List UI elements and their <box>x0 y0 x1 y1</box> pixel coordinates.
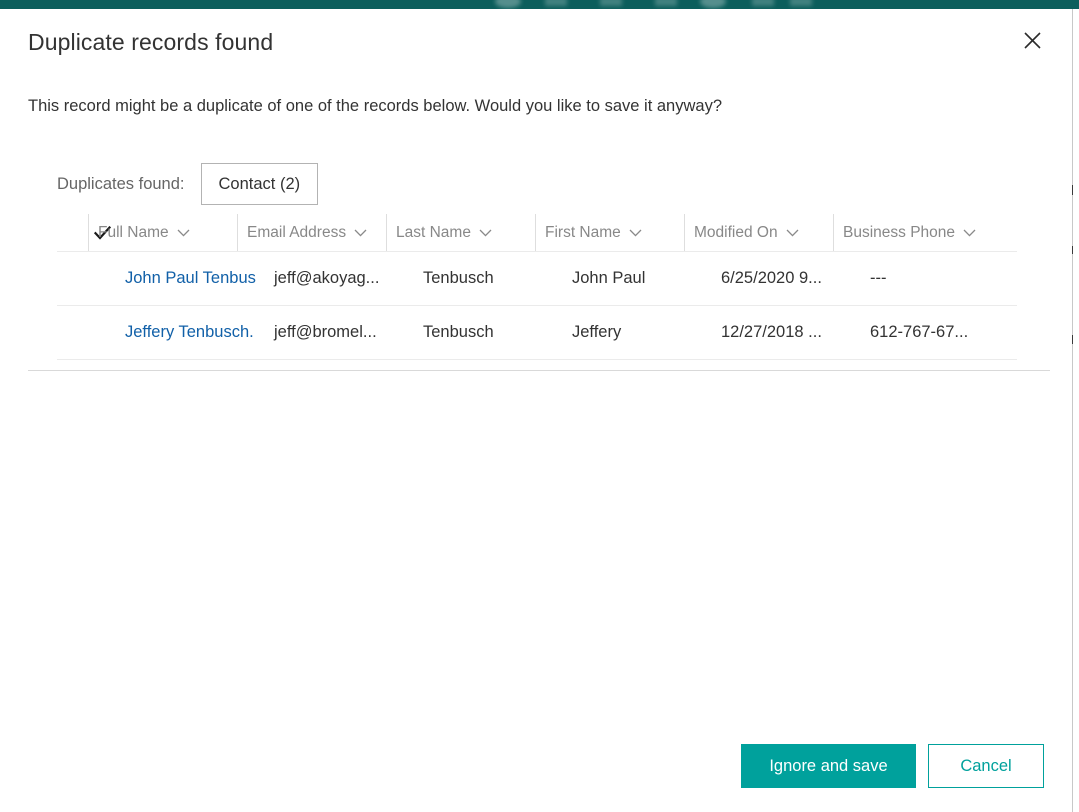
dialog-footer: Ignore and save Cancel <box>0 744 1072 788</box>
duplicates-found-row: Duplicates found: Contact (2) <box>57 163 319 205</box>
column-header-full-name[interactable]: Full Name <box>88 214 237 251</box>
grid-header-row: Full Name Email Address Last Name First … <box>0 214 1072 251</box>
chevron-down-icon <box>629 229 642 237</box>
chevron-down-icon <box>963 229 976 237</box>
column-header-email-address[interactable]: Email Address <box>237 214 386 251</box>
dialog-header: Duplicate records found <box>0 9 1072 69</box>
column-header-label: Last Name <box>396 223 471 241</box>
column-header-first-name[interactable]: First Name <box>535 214 684 251</box>
cell-business-phone: --- <box>870 268 887 287</box>
close-icon[interactable] <box>1014 22 1050 58</box>
cell-modified-on: 12/27/2018 ... <box>721 322 822 341</box>
duplicates-grid: Full Name Email Address Last Name First … <box>0 214 1072 371</box>
grid-bottom-rule <box>28 370 1050 371</box>
close-icon-glyph <box>1023 31 1041 49</box>
page-title: Duplicate records found <box>28 29 274 55</box>
cell-full-name[interactable]: John Paul Tenbus <box>116 251 265 305</box>
row-divider <box>57 359 1017 360</box>
chevron-down-icon <box>354 229 367 237</box>
app-command-bar-backdrop <box>0 0 1079 9</box>
cell-last-name: Tenbusch <box>423 268 494 287</box>
cell-first-name: Jeffery <box>572 322 622 341</box>
table-row[interactable]: Jeffery Tenbusch. jeff@bromel... Tenbusc… <box>0 305 1072 359</box>
cell-first-name: John Paul <box>572 268 646 287</box>
column-header-last-name[interactable]: Last Name <box>386 214 535 251</box>
column-header-label: First Name <box>545 223 621 241</box>
column-header-business-phone[interactable]: Business Phone <box>833 214 982 251</box>
cell-email-address: jeff@akoyag... <box>274 268 380 287</box>
dialog-subtitle: This record might be a duplicate of one … <box>28 97 722 115</box>
column-header-label: Email Address <box>247 223 347 241</box>
cell-full-name[interactable]: Jeffery Tenbusch. <box>116 305 265 359</box>
column-header-label: Full Name <box>98 223 169 241</box>
duplicates-found-label: Duplicates found: <box>57 174 185 193</box>
chevron-down-icon <box>479 229 492 237</box>
table-row[interactable]: John Paul Tenbus jeff@akoyag... Tenbusch… <box>0 251 1072 305</box>
cell-modified-on: 6/25/2020 9... <box>721 268 822 287</box>
column-header-label: Business Phone <box>843 223 956 241</box>
ignore-and-save-button[interactable]: Ignore and save <box>741 744 916 788</box>
column-header-modified-on[interactable]: Modified On <box>684 214 833 251</box>
cell-business-phone: 612-767-67... <box>870 322 969 341</box>
duplicate-records-dialog: Duplicate records found This record migh… <box>0 9 1072 812</box>
page-right-edge <box>1072 9 1073 812</box>
cell-email-address: jeff@bromel... <box>274 322 377 341</box>
chevron-down-icon <box>786 229 799 237</box>
entity-tab-contact[interactable]: Contact (2) <box>200 163 319 205</box>
cell-last-name: Tenbusch <box>423 322 494 341</box>
chevron-down-icon <box>177 229 190 237</box>
column-header-label: Modified On <box>694 223 778 241</box>
cancel-button[interactable]: Cancel <box>928 744 1044 788</box>
